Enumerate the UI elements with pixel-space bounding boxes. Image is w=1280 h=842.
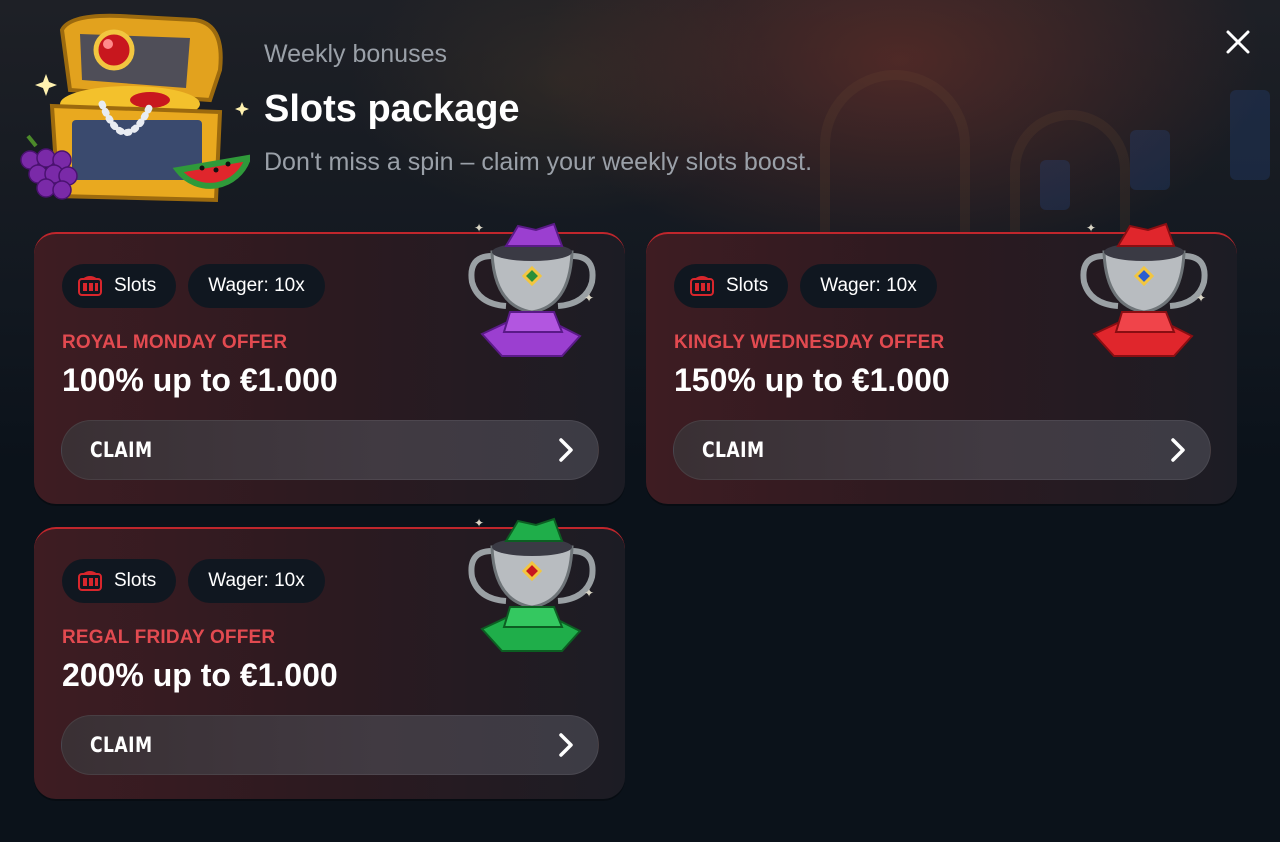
chevron-right-icon <box>1171 438 1185 462</box>
claim-button[interactable]: CLAIM <box>61 715 599 775</box>
svg-text:✦: ✦ <box>584 291 594 305</box>
wager-label: Wager: 10x <box>208 275 305 296</box>
wager-chip: Wager: 10x <box>800 264 937 308</box>
slot-machine-icon <box>78 571 102 591</box>
wager-chip: Wager: 10x <box>188 559 325 603</box>
slot-machine-icon <box>690 276 714 296</box>
slot-machine-icon <box>78 276 102 296</box>
offer-card-monday: Slots Wager: 10x ROYAL MONDAY OFFER 100%… <box>34 221 625 504</box>
claim-label: CLAIM <box>90 733 153 757</box>
header-description: Don't miss a spin – claim your weekly sl… <box>264 148 813 176</box>
background-window <box>1130 130 1170 190</box>
claim-button[interactable]: CLAIM <box>673 420 1211 480</box>
bonus-modal: Weekly bonuses Slots package Don't miss … <box>0 0 1280 842</box>
offer-card-friday: Slots Wager: 10x REGAL FRIDAY OFFER 200%… <box>34 516 625 799</box>
wager-label: Wager: 10x <box>208 570 305 591</box>
chevron-right-icon <box>559 733 573 757</box>
chevron-right-icon <box>559 438 573 462</box>
background-arch <box>820 70 970 250</box>
svg-text:✦: ✦ <box>1196 291 1206 305</box>
category-chip: Slots <box>62 264 177 308</box>
svg-text:✦: ✦ <box>474 221 484 235</box>
category-label: Slots <box>114 570 157 591</box>
wager-label: Wager: 10x <box>820 275 917 296</box>
treasure-chest-icon <box>20 13 250 203</box>
offer-name: ROYAL MONDAY OFFER <box>62 332 288 353</box>
offer-amount: 200% up to €1.000 <box>62 657 338 693</box>
category-label: Slots <box>114 275 157 296</box>
close-icon <box>1226 30 1250 54</box>
claim-label: CLAIM <box>90 438 153 462</box>
svg-text:✦: ✦ <box>474 516 484 530</box>
close-button[interactable] <box>1218 22 1258 62</box>
background-window <box>1230 90 1270 180</box>
claim-label: CLAIM <box>702 438 765 462</box>
offer-name: REGAL FRIDAY OFFER <box>62 627 276 648</box>
header-title: Slots package <box>264 88 520 130</box>
category-chip: Slots <box>674 264 789 308</box>
purple-gem-trophy-icon: ✦ ✦ <box>468 221 596 357</box>
offer-card-wednesday: Slots Wager: 10x KINGLY WEDNESDAY OFFER … <box>646 221 1237 504</box>
background-window <box>1040 160 1070 210</box>
offer-amount: 150% up to €1.000 <box>674 362 950 398</box>
svg-text:✦: ✦ <box>584 586 594 600</box>
green-gem-trophy-icon: ✦ ✦ <box>468 516 596 652</box>
category-label: Slots <box>726 275 769 296</box>
svg-text:✦: ✦ <box>1086 221 1096 235</box>
red-gem-trophy-icon: ✦ ✦ <box>1080 221 1208 357</box>
wager-chip: Wager: 10x <box>188 264 325 308</box>
category-chip: Slots <box>62 559 177 603</box>
claim-button[interactable]: CLAIM <box>61 420 599 480</box>
offer-name: KINGLY WEDNESDAY OFFER <box>674 332 945 353</box>
header-subtitle: Weekly bonuses <box>264 40 447 68</box>
offer-amount: 100% up to €1.000 <box>62 362 338 398</box>
